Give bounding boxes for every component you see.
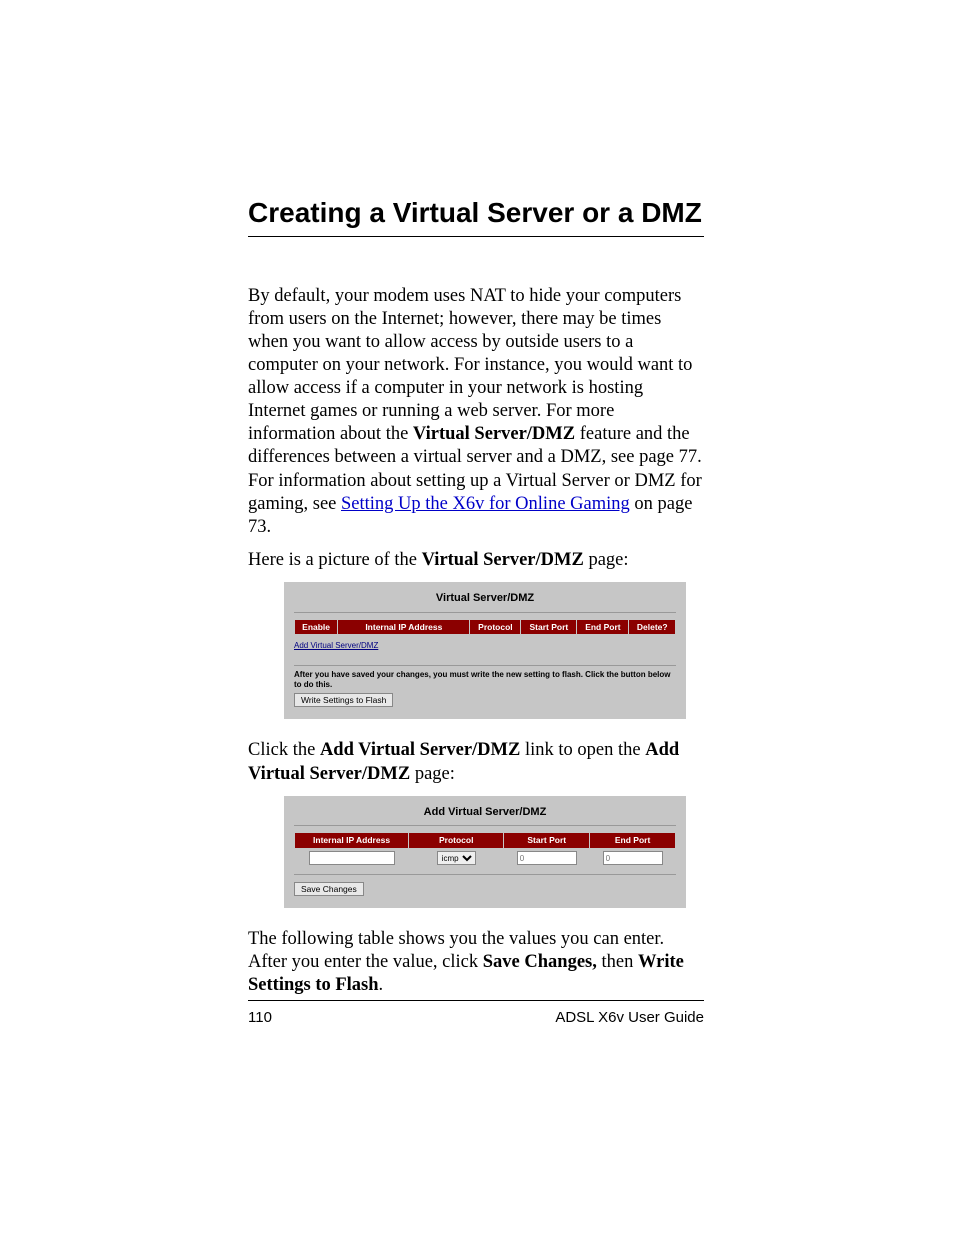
text: Click the (248, 740, 320, 760)
panel-title: Add Virtual Server/DMZ (294, 802, 676, 827)
paragraph-add-link: Click the Add Virtual Server/DMZ link to… (248, 739, 704, 785)
page-footer: 110 ADSL X6v User Guide (248, 1000, 704, 1028)
page-number: 110 (248, 1009, 272, 1028)
add-virtual-server-link[interactable]: Add Virtual Server/DMZ (294, 641, 378, 651)
col-internal-ip: Internal IP Address (295, 833, 408, 848)
text: Here is a picture of the (248, 550, 422, 570)
text: page: (410, 764, 455, 784)
panel-title: Virtual Server/DMZ (294, 588, 676, 613)
col-internal-ip: Internal IP Address (338, 620, 469, 635)
col-delete: Delete? (629, 620, 675, 635)
virtual-server-dmz-panel: Virtual Server/DMZ Enable Internal IP Ad… (284, 582, 686, 719)
paragraph-table-intro: The following table shows you the values… (248, 928, 704, 997)
bold-term: Add Virtual Server/DMZ (320, 740, 520, 760)
col-protocol: Protocol (470, 620, 520, 635)
text: By default, your modem uses NAT to hide … (248, 286, 692, 445)
col-enable: Enable (295, 620, 337, 635)
page-heading: Creating a Virtual Server or a DMZ (248, 196, 704, 230)
write-settings-to-flash-button[interactable]: Write Settings to Flash (294, 693, 393, 707)
protocol-select[interactable]: icmp (437, 851, 476, 865)
internal-ip-input[interactable] (309, 851, 395, 865)
bold-term: Save Changes, (483, 952, 597, 972)
bold-term: Virtual Server/DMZ (413, 424, 575, 444)
paragraph-picture-intro: Here is a picture of the Virtual Server/… (248, 549, 704, 572)
add-vsdmz-table: Internal IP Address Protocol Start Port … (294, 832, 676, 868)
flash-note: After you have saved your changes, you m… (294, 665, 676, 690)
heading-rule (248, 236, 704, 237)
text: page: (584, 550, 629, 570)
col-start-port: Start Port (504, 833, 589, 848)
panel-separator: Save Changes (294, 874, 676, 896)
bold-term: Virtual Server/DMZ (422, 550, 584, 570)
save-changes-button[interactable]: Save Changes (294, 882, 364, 896)
col-end-port: End Port (590, 833, 675, 848)
end-port-input[interactable] (603, 851, 663, 865)
add-virtual-server-dmz-panel: Add Virtual Server/DMZ Internal IP Addre… (284, 796, 686, 908)
col-end-port: End Port (577, 620, 628, 635)
col-protocol: Protocol (409, 833, 503, 848)
col-start-port: Start Port (521, 620, 576, 635)
text: then (597, 952, 638, 972)
vsdmz-table: Enable Internal IP Address Protocol Star… (294, 619, 676, 636)
start-port-input[interactable] (517, 851, 577, 865)
text: link to open the (520, 740, 645, 760)
paragraph-intro: By default, your modem uses NAT to hide … (248, 285, 704, 539)
guide-title: ADSL X6v User Guide (555, 1009, 704, 1028)
text: . (379, 975, 384, 995)
link-online-gaming[interactable]: Setting Up the X6v for Online Gaming (341, 494, 630, 514)
